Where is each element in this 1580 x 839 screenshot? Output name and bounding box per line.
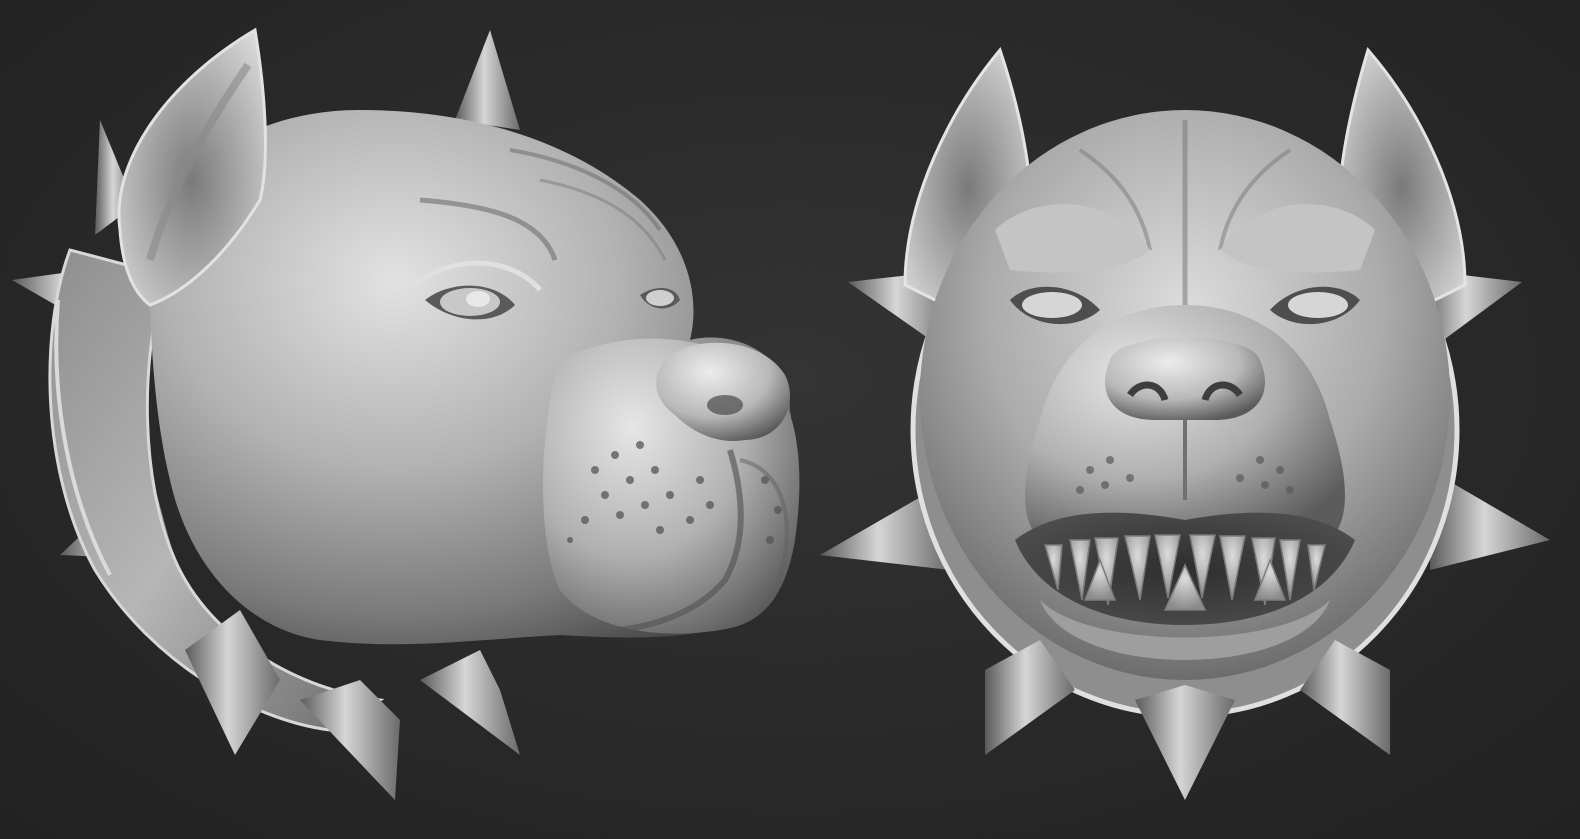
spike (1135, 685, 1235, 800)
spike (300, 680, 400, 800)
dog-head-front (820, 46, 1550, 800)
spike (455, 30, 520, 130)
dog-head-side (12, 27, 800, 800)
viewport (0, 0, 1580, 839)
spike (420, 650, 520, 755)
sculpt-render (12, 27, 1550, 800)
nose (1105, 337, 1265, 420)
